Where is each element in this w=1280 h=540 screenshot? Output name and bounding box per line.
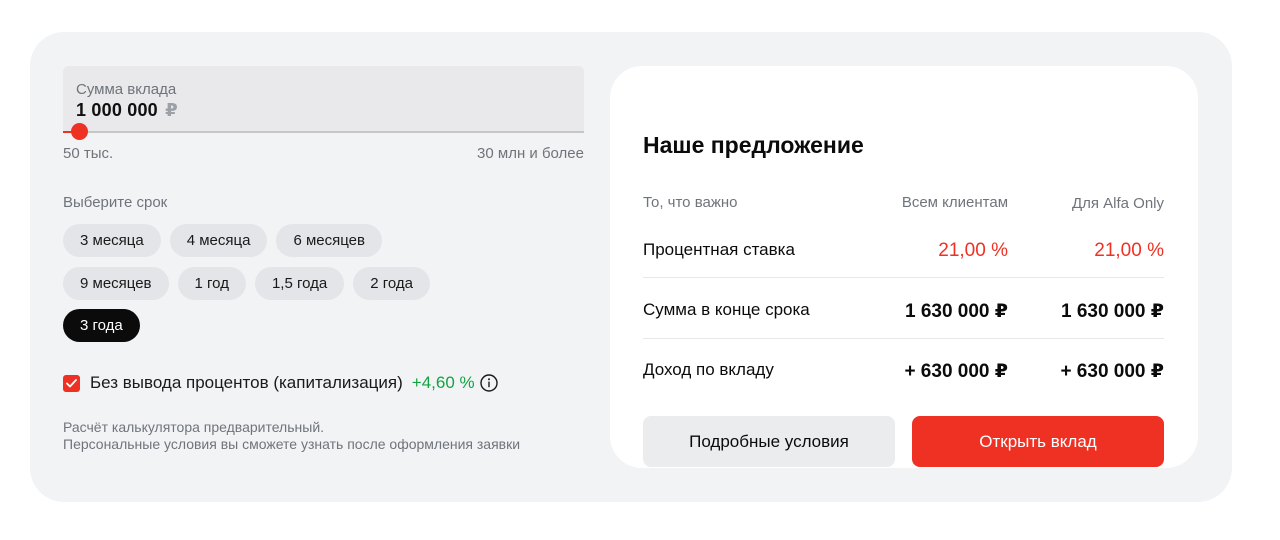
term-options-row: 3 года xyxy=(63,309,140,342)
capitalization-checkbox[interactable] xyxy=(63,374,80,392)
term-chip-4-months[interactable]: 4 месяца xyxy=(169,224,268,257)
column-header-important: То, что важно xyxy=(643,194,738,211)
capitalization-rate: +4,60 % xyxy=(411,373,475,392)
term-options-row: 3 месяца 4 месяца 6 месяцев xyxy=(63,224,382,257)
column-header-all-clients: Всем клиентам xyxy=(901,194,1008,211)
term-chip-6-months[interactable]: 6 месяцев xyxy=(276,224,382,257)
amount-slider[interactable] xyxy=(63,123,584,140)
term-chip-3-years[interactable]: 3 года xyxy=(63,309,140,342)
income-all-clients: + 630 000 ₽ xyxy=(904,361,1008,382)
slider-min-label: 50 тыс. xyxy=(63,145,114,162)
offer-row-income: Доход по вкладу + 630 000 ₽ + 630 000 ₽ xyxy=(643,339,1164,399)
amount-label: Сумма вклада xyxy=(76,81,177,98)
calculator-note: Расчёт калькулятора предварительный. Пер… xyxy=(63,419,520,453)
column-header-alfa-only: Для Alfa Only xyxy=(1071,195,1164,212)
rate-alfa-only: 21,00 % xyxy=(1094,240,1164,261)
slider-handle[interactable] xyxy=(71,123,88,140)
note-line: Расчёт калькулятора предварительный. xyxy=(63,419,325,435)
amount-value[interactable]: 1 000 000 ₽ xyxy=(76,100,178,121)
details-button[interactable]: Подробные условия xyxy=(643,416,895,467)
term-chip-1-5-years[interactable]: 1,5 года xyxy=(254,267,345,300)
row-label: Доход по вкладу xyxy=(643,360,774,379)
check-icon xyxy=(66,378,77,387)
open-deposit-button[interactable]: Открыть вклад xyxy=(912,416,1164,467)
info-icon[interactable] xyxy=(479,374,498,392)
term-options-row: 9 месяцев 1 год 1,5 года 2 года xyxy=(63,267,430,300)
amount-number: 1 000 000 xyxy=(76,100,158,120)
rate-all-clients: 21,00 % xyxy=(938,240,1008,261)
amount-currency: ₽ xyxy=(165,100,178,120)
offer-row-final-sum: Сумма в конце срока 1 630 000 ₽ 1 630 00… xyxy=(643,279,1164,339)
slider-max-label: 30 млн и более xyxy=(477,145,584,162)
capitalization-option: Без вывода процентов (капитализация) +4,… xyxy=(63,373,498,393)
offer-title: Наше предложение xyxy=(643,132,864,158)
final-sum-alfa-only: 1 630 000 ₽ xyxy=(1060,301,1164,322)
capitalization-label[interactable]: Без вывода процентов (капитализация) xyxy=(90,373,403,393)
offer-panel: Наше предложение То, что важно Всем клие… xyxy=(610,66,1198,468)
offer-row-rate: Процентная ставка 21,00 % 21,00 % xyxy=(643,218,1164,278)
deposit-calculator: Сумма вклада 1 000 000 ₽ 50 тыс. 30 млн … xyxy=(30,32,1232,502)
row-label: Процентная ставка xyxy=(643,240,795,259)
income-alfa-only: + 630 000 ₽ xyxy=(1060,361,1164,382)
term-chip-9-months[interactable]: 9 месяцев xyxy=(63,267,169,300)
term-chip-2-years[interactable]: 2 года xyxy=(353,267,430,300)
final-sum-all-clients: 1 630 000 ₽ xyxy=(904,301,1008,322)
row-label: Сумма в конце срока xyxy=(643,300,810,319)
amount-field[interactable]: Сумма вклада 1 000 000 ₽ xyxy=(63,66,584,132)
term-chip-3-months[interactable]: 3 месяца xyxy=(63,224,161,257)
term-chip-1-year[interactable]: 1 год xyxy=(177,267,246,300)
term-title: Выберите срок xyxy=(63,194,168,211)
note-line: Персональные условия вы сможете узнать п… xyxy=(63,436,521,452)
